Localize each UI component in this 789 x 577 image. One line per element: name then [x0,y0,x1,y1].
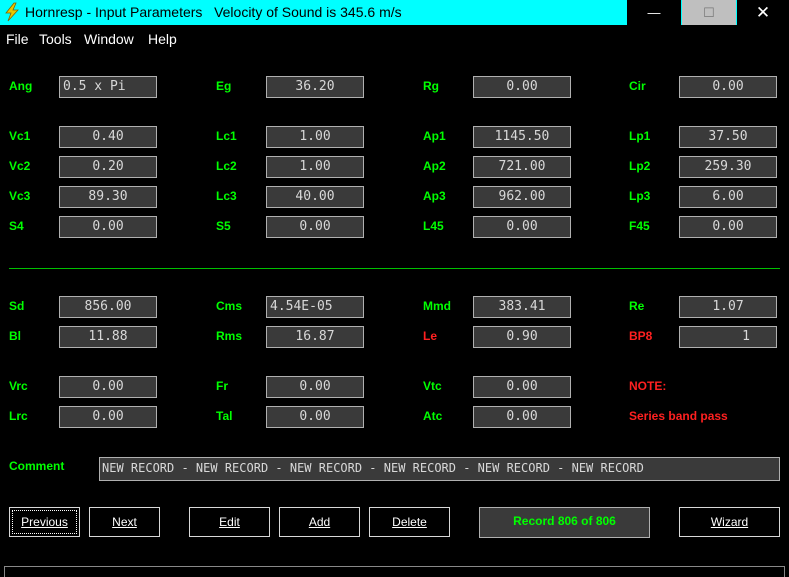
field-vc3[interactable]: 89.30 [59,186,157,208]
section-divider [9,268,780,269]
status-bar [4,566,785,577]
label-vrc: Vrc [9,379,28,393]
delete-button-label: Delete [392,515,427,529]
comment-label: Comment [9,459,65,473]
field-vrc[interactable]: 0.00 [59,376,157,398]
label-ap2: Ap2 [423,159,446,173]
menu-help[interactable]: Help [148,31,177,47]
wizard-button[interactable]: Wizard [679,507,780,537]
previous-button-label: Previous [21,515,68,529]
label-eg: Eg [216,79,232,93]
field-cms[interactable]: 4.54E-05 [266,296,364,318]
field-lrc[interactable]: 0.00 [59,406,157,428]
label-tal: Tal [216,409,233,423]
note-text: Series band pass [629,409,728,423]
field-mmd[interactable]: 383.41 [473,296,571,318]
maximize-button[interactable]: ☐ [682,0,736,25]
field-le[interactable]: 0.90 [473,326,571,348]
field-vc2[interactable]: 0.20 [59,156,157,178]
label-ap3: Ap3 [423,189,446,203]
label-l45: L45 [423,219,444,233]
label-vc1: Vc1 [9,129,31,143]
label-lp2: Lp2 [629,159,651,173]
field-lp1[interactable]: 37.50 [679,126,777,148]
next-button-label: Next [112,515,137,529]
field-rms[interactable]: 16.87 [266,326,364,348]
menu-bar: File Tools Window Help [0,25,789,51]
label-vtc: Vtc [423,379,442,393]
label-s4: S4 [9,219,24,233]
field-tal[interactable]: 0.00 [266,406,364,428]
label-le: Le [423,329,438,343]
lightning-icon [5,2,19,22]
next-button[interactable]: Next [89,507,160,537]
comment-field[interactable]: NEW RECORD - NEW RECORD - NEW RECORD - N… [99,457,780,481]
previous-button[interactable]: Previous [9,507,80,537]
field-atc[interactable]: 0.00 [473,406,571,428]
label-ap1: Ap1 [423,129,446,143]
field-vc1[interactable]: 0.40 [59,126,157,148]
label-bl: Bl [9,329,21,343]
field-lc3[interactable]: 40.00 [266,186,364,208]
label-f45: F45 [629,219,650,233]
label-s5: S5 [216,219,231,233]
field-lc1[interactable]: 1.00 [266,126,364,148]
label-lc3: Lc3 [216,189,237,203]
close-button[interactable]: ✕ [737,0,789,25]
edit-button[interactable]: Edit [189,507,270,537]
window-title: Hornresp - Input Parameters Velocity of … [25,4,402,20]
label-bp8: BP8 [629,329,653,343]
field-eg[interactable]: 36.20 [266,76,364,98]
menu-file[interactable]: File [6,31,29,47]
field-lc2[interactable]: 1.00 [266,156,364,178]
label-ang: Ang [9,79,33,93]
field-re[interactable]: 1.07 [679,296,777,318]
field-lp2[interactable]: 259.30 [679,156,777,178]
field-s4[interactable]: 0.00 [59,216,157,238]
field-ang[interactable]: 0.5 x Pi [59,76,157,98]
field-bp8[interactable]: 1 [679,326,777,348]
field-bl[interactable]: 11.88 [59,326,157,348]
label-vc2: Vc2 [9,159,31,173]
field-rg[interactable]: 0.00 [473,76,571,98]
delete-button[interactable]: Delete [369,507,450,537]
label-sd: Sd [9,299,25,313]
label-rg: Rg [423,79,439,93]
label-lp3: Lp3 [629,189,651,203]
note-label: NOTE: [629,379,667,393]
label-lc2: Lc2 [216,159,237,173]
field-cir[interactable]: 0.00 [679,76,777,98]
label-atc: Atc [423,409,443,423]
field-sd[interactable]: 856.00 [59,296,157,318]
label-lrc: Lrc [9,409,28,423]
label-cms: Cms [216,299,243,313]
menu-tools[interactable]: Tools [39,31,72,47]
label-lc1: Lc1 [216,129,237,143]
field-fr[interactable]: 0.00 [266,376,364,398]
add-button-label: Add [308,515,331,529]
field-ap2[interactable]: 721.00 [473,156,571,178]
label-re: Re [629,299,645,313]
label-fr: Fr [216,379,228,393]
record-status: Record 806 of 806 [479,507,650,538]
field-ap1[interactable]: 1145.50 [473,126,571,148]
menu-window[interactable]: Window [84,31,134,47]
field-f45[interactable]: 0.00 [679,216,777,238]
field-s5[interactable]: 0.00 [266,216,364,238]
wizard-button-label: Wizard [710,515,749,529]
title-bar: Hornresp - Input Parameters Velocity of … [0,0,789,25]
label-cir: Cir [629,79,646,93]
field-ap3[interactable]: 962.00 [473,186,571,208]
add-button[interactable]: Add [279,507,360,537]
label-lp1: Lp1 [629,129,651,143]
field-lp3[interactable]: 6.00 [679,186,777,208]
label-vc3: Vc3 [9,189,31,203]
field-l45[interactable]: 0.00 [473,216,571,238]
edit-button-label: Edit [219,515,240,529]
label-mmd: Mmd [423,299,451,313]
field-vtc[interactable]: 0.00 [473,376,571,398]
minimize-button[interactable]: — [627,0,681,25]
label-rms: Rms [216,329,243,343]
